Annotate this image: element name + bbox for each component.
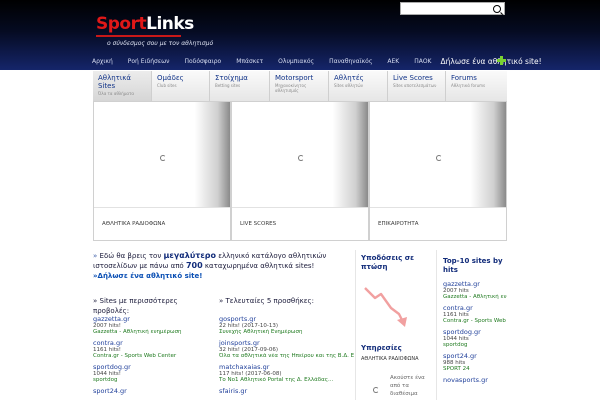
site-link[interactable]: contra.gr: [443, 305, 507, 312]
tab-athletes[interactable]: Αθλητές Sites αθλητών: [329, 71, 388, 101]
loading-spinner-icon: [160, 155, 166, 161]
latest-additions-list: gosports.gr 22 hits! (2017-10-13) Συνεχή…: [219, 316, 354, 400]
list-item: sfairis.gr: [219, 388, 354, 395]
tab-motorsport[interactable]: Motorsport Μηχανοκίνητος αθλητισμός: [270, 71, 329, 101]
nav-item-paok[interactable]: ΠΑΟΚ: [414, 58, 431, 65]
services-heading: Υπηρεσίες: [361, 344, 402, 352]
slider-caption: ΕΠΙΚΑΙΡΟΤΗΤΑ: [378, 221, 419, 227]
declining-heading: Υποδόσεις σε πτώση: [361, 254, 415, 271]
search-icon[interactable]: [493, 5, 501, 13]
site-link[interactable]: contra.gr: [93, 340, 213, 347]
list-item: gazzetta.gr 2007 hits Gazzetta - Αθλητικ…: [443, 280, 507, 301]
nav-item-basketball[interactable]: Μπάσκετ: [236, 58, 263, 65]
popular-sites-heading: » Sites με περισσότερες προβολές:: [93, 297, 178, 315]
loading-spinner-icon: [373, 387, 379, 393]
column-divider: [436, 250, 437, 400]
declare-site-link[interactable]: Δήλωσε ένα αθλητικό site!: [441, 57, 542, 66]
list-item: sport24.gr 988 hits SPORT 24: [443, 353, 507, 373]
slider-caption: LIVE SCORES: [240, 221, 277, 227]
list-item: joinsports.gr 32 hits! (2017-09-06) Όλα …: [219, 339, 354, 360]
search-input[interactable]: [400, 2, 505, 15]
top10-heading: Top-10 sites by hits: [443, 257, 503, 274]
list-item: sportdog.gr 1044 hits sportdog: [443, 329, 507, 349]
latest-additions-heading: » Τελευταίες 5 προσθήκες:: [219, 297, 315, 305]
intro-text: » Εδώ θα βρεις τον μεγαλύτερο ελληνικό κ…: [93, 251, 327, 280]
declare-site-cta[interactable]: »Δήλωσε ένα αθλητικό site!: [93, 272, 202, 280]
site-slogan: ο σύνδεσμος σου με τον αθλητισμό: [107, 40, 214, 47]
tab-live-scores[interactable]: Live Scores Sites αποτελεσμάτων: [388, 71, 446, 101]
list-item: matchaxaias.gr 117 hits! (2017-06-08) Το…: [219, 364, 354, 384]
slider-news[interactable]: ΕΠΙΚΑΙΡΟΤΗΤΑ: [369, 101, 507, 241]
site-link[interactable]: sport24.gr: [443, 353, 507, 360]
list-item: sportdog.gr 1044 hits! sportdog: [93, 364, 213, 384]
nav-item-panathinaikos[interactable]: Παναθηναϊκός: [329, 58, 372, 65]
nav-item-aek[interactable]: ΑΕΚ: [387, 58, 399, 65]
service-description: Ακούστε ένα από τα διαθέσιμα: [390, 375, 425, 397]
slider-live-scores[interactable]: LIVE SCORES: [231, 101, 369, 241]
site-link[interactable]: sportdog.gr: [93, 364, 213, 371]
tab-teams[interactable]: Ομάδες Club sites: [152, 71, 210, 101]
site-link[interactable]: gazzetta.gr: [93, 316, 213, 323]
tab-betting[interactable]: Στοίχημα Betting sites: [210, 71, 270, 101]
trend-down-icon: [364, 287, 407, 327]
nav-item-news-feed[interactable]: Ροή Ειδήσεων: [128, 58, 170, 65]
service-name[interactable]: ΑΘΛΗΤΙΚΑ ΡΑΔΙΟΦΩΝΑ: [361, 356, 419, 362]
plus-icon[interactable]: [497, 56, 506, 65]
list-item: gazzetta.gr 2007 hits! Gazzetta - Αθλητι…: [93, 316, 213, 336]
site-link[interactable]: novasports.gr: [443, 377, 507, 384]
list-item: contra.gr 1161 hits Contra.gr - Sports W…: [443, 304, 507, 325]
nav-item-olympiakos[interactable]: Ολυμπιακός: [278, 58, 314, 65]
site-link[interactable]: matchaxaias.gr: [219, 364, 354, 371]
popular-sites-list: gazzetta.gr 2007 hits! Gazzetta - Αθλητι…: [93, 316, 213, 400]
column-divider: [355, 250, 356, 400]
site-logo[interactable]: SportLinks: [96, 14, 194, 34]
slider-caption: ΑΘΛΗΤΙΚΑ ΡΑΔΙΟΦΩΝΑ: [102, 221, 166, 227]
loading-spinner-icon: [298, 155, 304, 161]
nav-item-football[interactable]: Ποδόσφαιρο: [184, 58, 221, 65]
top-navigation: Αρχική Ροή Ειδήσεων Ποδόσφαιρο Μπάσκετ Ο…: [92, 55, 542, 67]
logo-underline: [96, 35, 181, 37]
site-link[interactable]: sfairis.gr: [219, 388, 354, 395]
category-tabs: Αθλητικά Sites Όλα τα αθλήματα Ομάδες Cl…: [93, 71, 507, 102]
list-item: novasports.gr: [443, 377, 507, 384]
site-link[interactable]: sportdog.gr: [443, 329, 507, 336]
list-item: gosports.gr 22 hits! (2017-10-13) Συνεχή…: [219, 316, 354, 336]
top10-list: gazzetta.gr 2007 hits Gazzetta - Αθλητικ…: [443, 281, 507, 389]
slider-sports-radio[interactable]: ΑΘΛΗΤΙΚΑ ΡΑΔΙΟΦΩΝΑ: [93, 101, 231, 241]
site-link[interactable]: joinsports.gr: [219, 340, 354, 347]
tab-forums[interactable]: Forums Αθλητικά forums: [446, 71, 507, 101]
site-link[interactable]: sport24.gr: [93, 388, 213, 395]
site-link[interactable]: gosports.gr: [219, 316, 354, 323]
loading-spinner-icon: [436, 155, 442, 161]
list-item: sport24.gr: [93, 388, 213, 395]
list-item: contra.gr 1161 hits! Contra.gr - Sports …: [93, 340, 213, 360]
site-header: SportLinks ο σύνδεσμος σου με τον αθλητι…: [0, 0, 600, 70]
site-link[interactable]: gazzetta.gr: [443, 281, 507, 288]
tab-sports-sites[interactable]: Αθλητικά Sites Όλα τα αθλήματα: [93, 71, 152, 101]
nav-item-home[interactable]: Αρχική: [92, 58, 113, 65]
